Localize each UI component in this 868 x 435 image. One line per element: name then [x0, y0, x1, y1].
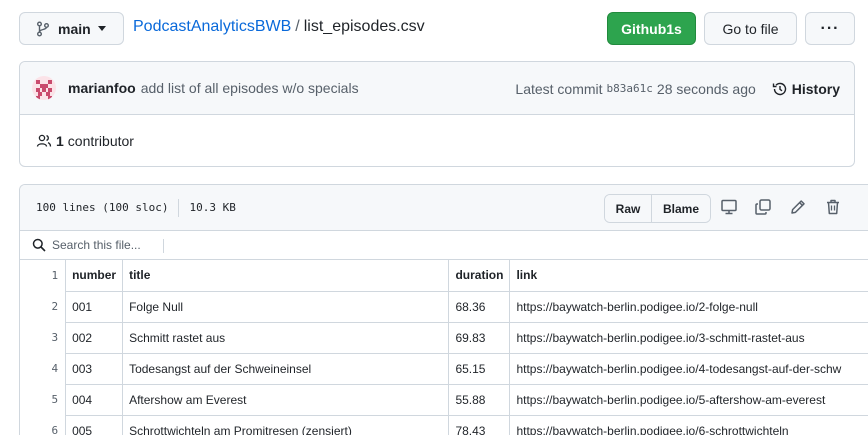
branch-select-button[interactable]: main — [19, 12, 124, 45]
history-icon — [772, 82, 786, 95]
contributor-label: contributor — [67, 133, 134, 149]
search-icon — [32, 238, 46, 252]
commit-time: 28 seconds ago — [656, 80, 756, 97]
search-file-input[interactable] — [52, 238, 172, 252]
cell-title: Aftershow am Everest — [122, 383, 449, 415]
file-lines: 100 lines (100 sloc) — [36, 201, 169, 214]
chevron-down-icon — [97, 26, 106, 31]
column-header-title: title — [122, 260, 449, 291]
history-label: History — [791, 80, 840, 97]
desktop-icon[interactable] — [720, 198, 738, 216]
copy-icon[interactable] — [754, 198, 772, 216]
table-row: 6 005 Schrottwichteln am Promitresen (ze… — [20, 414, 868, 435]
cell-duration: 68.36 — [448, 290, 510, 322]
cell-title: Folge Null — [122, 290, 449, 322]
more-options-button[interactable]: ··· — [805, 12, 855, 45]
avatar[interactable] — [32, 76, 56, 100]
git-branch-icon — [37, 21, 49, 36]
commit-author-link[interactable]: marianfoo — [68, 80, 136, 96]
line-number[interactable]: 6 — [20, 415, 66, 435]
cell-number: 002 — [65, 321, 123, 353]
breadcrumb-separator: / — [295, 18, 300, 35]
file-size: 10.3 KB — [189, 201, 236, 214]
cell-link: https://baywatch-berlin.podigee.io/6-sch… — [509, 414, 868, 435]
cell-duration: 78.43 — [448, 414, 510, 435]
cell-title: Schmitt rastet aus — [122, 321, 449, 353]
table-row: 4 003 Todesangst auf der Schweineinsel 6… — [20, 352, 868, 384]
pencil-icon[interactable] — [789, 198, 807, 216]
raw-button[interactable]: Raw — [605, 195, 652, 222]
cell-title: Schrottwichteln am Promitresen (zensiert… — [122, 414, 449, 435]
contributors-row[interactable]: 1 contributor — [20, 115, 854, 167]
divider — [163, 239, 164, 253]
contributor-count: 1 — [56, 133, 64, 149]
latest-commit-label: Latest commit — [515, 80, 603, 97]
column-header-number: number — [65, 260, 123, 291]
cell-number: 003 — [65, 352, 123, 384]
cell-number: 001 — [65, 290, 123, 322]
history-link[interactable]: History — [772, 81, 840, 97]
go-to-file-button[interactable]: Go to file — [704, 12, 797, 45]
line-number[interactable]: 5 — [20, 384, 66, 415]
trash-icon[interactable] — [824, 198, 842, 216]
file-search-row — [20, 231, 868, 260]
table-header-row: 1 number title duration link — [20, 260, 868, 291]
raw-blame-group: Raw Blame — [604, 194, 711, 223]
cell-title: Todesangst auf der Schweineinsel — [122, 352, 449, 384]
breadcrumb: PodcastAnalyticsBWB / list_episodes.csv — [133, 18, 425, 36]
breadcrumb-file-name: list_episodes.csv — [303, 18, 425, 35]
csv-table: 1 number title duration link 2 001 Folge… — [20, 260, 868, 435]
table-row: 2 001 Folge Null 68.36 https://baywatch-… — [20, 290, 868, 322]
table-row: 3 002 Schmitt rastet aus 69.83 https://b… — [20, 321, 868, 353]
cell-link: https://baywatch-berlin.podigee.io/4-tod… — [509, 352, 868, 384]
cell-number: 004 — [65, 383, 123, 415]
branch-name: main — [58, 20, 91, 37]
commit-message-link[interactable]: add list of all episodes w/o specials — [141, 80, 359, 96]
file-header: 100 lines (100 sloc) 10.3 KB Raw Blame — [20, 185, 868, 231]
cell-number: 005 — [65, 414, 123, 435]
commit-sha-link[interactable]: b83a61c — [607, 82, 653, 95]
github1s-button[interactable]: Github1s — [607, 12, 696, 45]
cell-link: https://baywatch-berlin.podigee.io/5-aft… — [509, 383, 868, 415]
cell-link: https://baywatch-berlin.podigee.io/3-sch… — [509, 321, 868, 353]
file-topbar: main PodcastAnalyticsBWB / list_episodes.c… — [0, 0, 868, 58]
line-number[interactable]: 3 — [20, 322, 66, 353]
line-number[interactable]: 2 — [20, 291, 66, 322]
column-header-duration: duration — [448, 260, 510, 291]
commit-meta: Latest commit b83a61c 28 seconds ago His… — [515, 62, 840, 115]
table-row: 5 004 Aftershow am Everest 55.88 https:/… — [20, 383, 868, 415]
divider — [178, 198, 180, 217]
line-number[interactable]: 1 — [20, 260, 66, 291]
line-number[interactable]: 4 — [20, 353, 66, 384]
people-icon — [36, 134, 52, 147]
kebab-icon: ··· — [820, 19, 840, 37]
file-viewer: 100 lines (100 sloc) 10.3 KB Raw Blame 1… — [19, 184, 868, 435]
blame-button[interactable]: Blame — [652, 195, 710, 222]
commit-box: marianfoo add list of all episodes w/o s… — [19, 61, 855, 167]
breadcrumb-repo-link[interactable]: PodcastAnalyticsBWB — [133, 18, 291, 35]
cell-duration: 65.15 — [448, 352, 510, 384]
column-header-link: link — [509, 260, 868, 291]
cell-duration: 69.83 — [448, 321, 510, 353]
cell-duration: 55.88 — [448, 383, 510, 415]
cell-link: https://baywatch-berlin.podigee.io/2-fol… — [509, 290, 868, 322]
file-info: 100 lines (100 sloc) 10.3 KB — [36, 198, 236, 217]
latest-commit-row: marianfoo add list of all episodes w/o s… — [20, 62, 854, 115]
